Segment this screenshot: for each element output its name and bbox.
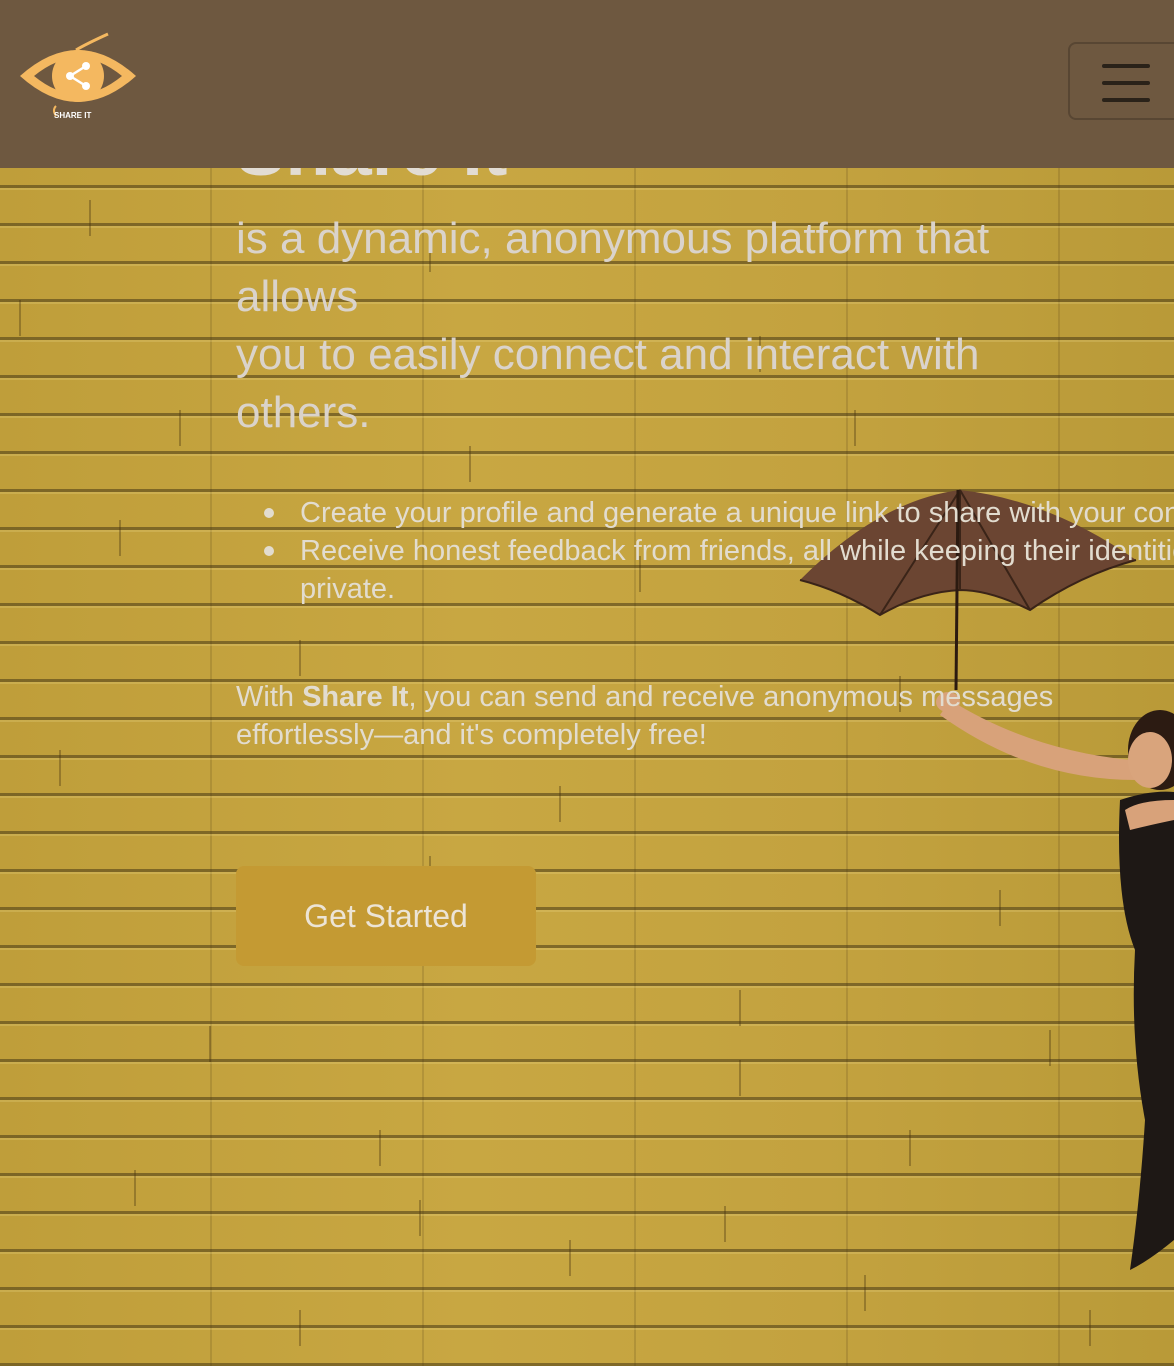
navbar: SHARE IT xyxy=(0,0,1174,168)
logo-text: SHARE IT xyxy=(54,111,91,120)
hero-lead: is a dynamic, anonymous platform that al… xyxy=(236,210,1106,442)
bullet-icon xyxy=(264,546,274,556)
feature-item: Receive honest feedback from friends, al… xyxy=(264,532,1174,608)
closing-text: With Share It, you can send and receive … xyxy=(236,678,1174,754)
feature-text: Receive honest feedback from friends, al… xyxy=(300,535,1174,605)
hero-lead-line-1: is a dynamic, anonymous platform that al… xyxy=(236,214,990,321)
hamburger-icon xyxy=(1102,64,1150,68)
closing-prefix: With xyxy=(236,681,303,713)
hamburger-menu-button[interactable] xyxy=(1068,42,1174,120)
feature-item: Create your profile and generate a uniqu… xyxy=(264,494,1174,532)
closing-brand: Share It xyxy=(302,681,409,713)
share-it-logo[interactable]: SHARE IT xyxy=(16,30,140,126)
hamburger-icon-middle xyxy=(1102,81,1150,85)
bullet-icon xyxy=(264,508,274,518)
hamburger-icon-bottom xyxy=(1102,98,1150,102)
feature-list: Create your profile and generate a uniqu… xyxy=(236,494,1174,608)
feature-text: Create your profile and generate a uniqu… xyxy=(300,497,1174,529)
page: SHARE IT Share It is a dynamic, anonymou… xyxy=(0,0,1174,1366)
get-started-button[interactable]: Get Started xyxy=(236,866,536,966)
hero-lead-line-2: you to easily connect and interact with … xyxy=(236,330,980,437)
